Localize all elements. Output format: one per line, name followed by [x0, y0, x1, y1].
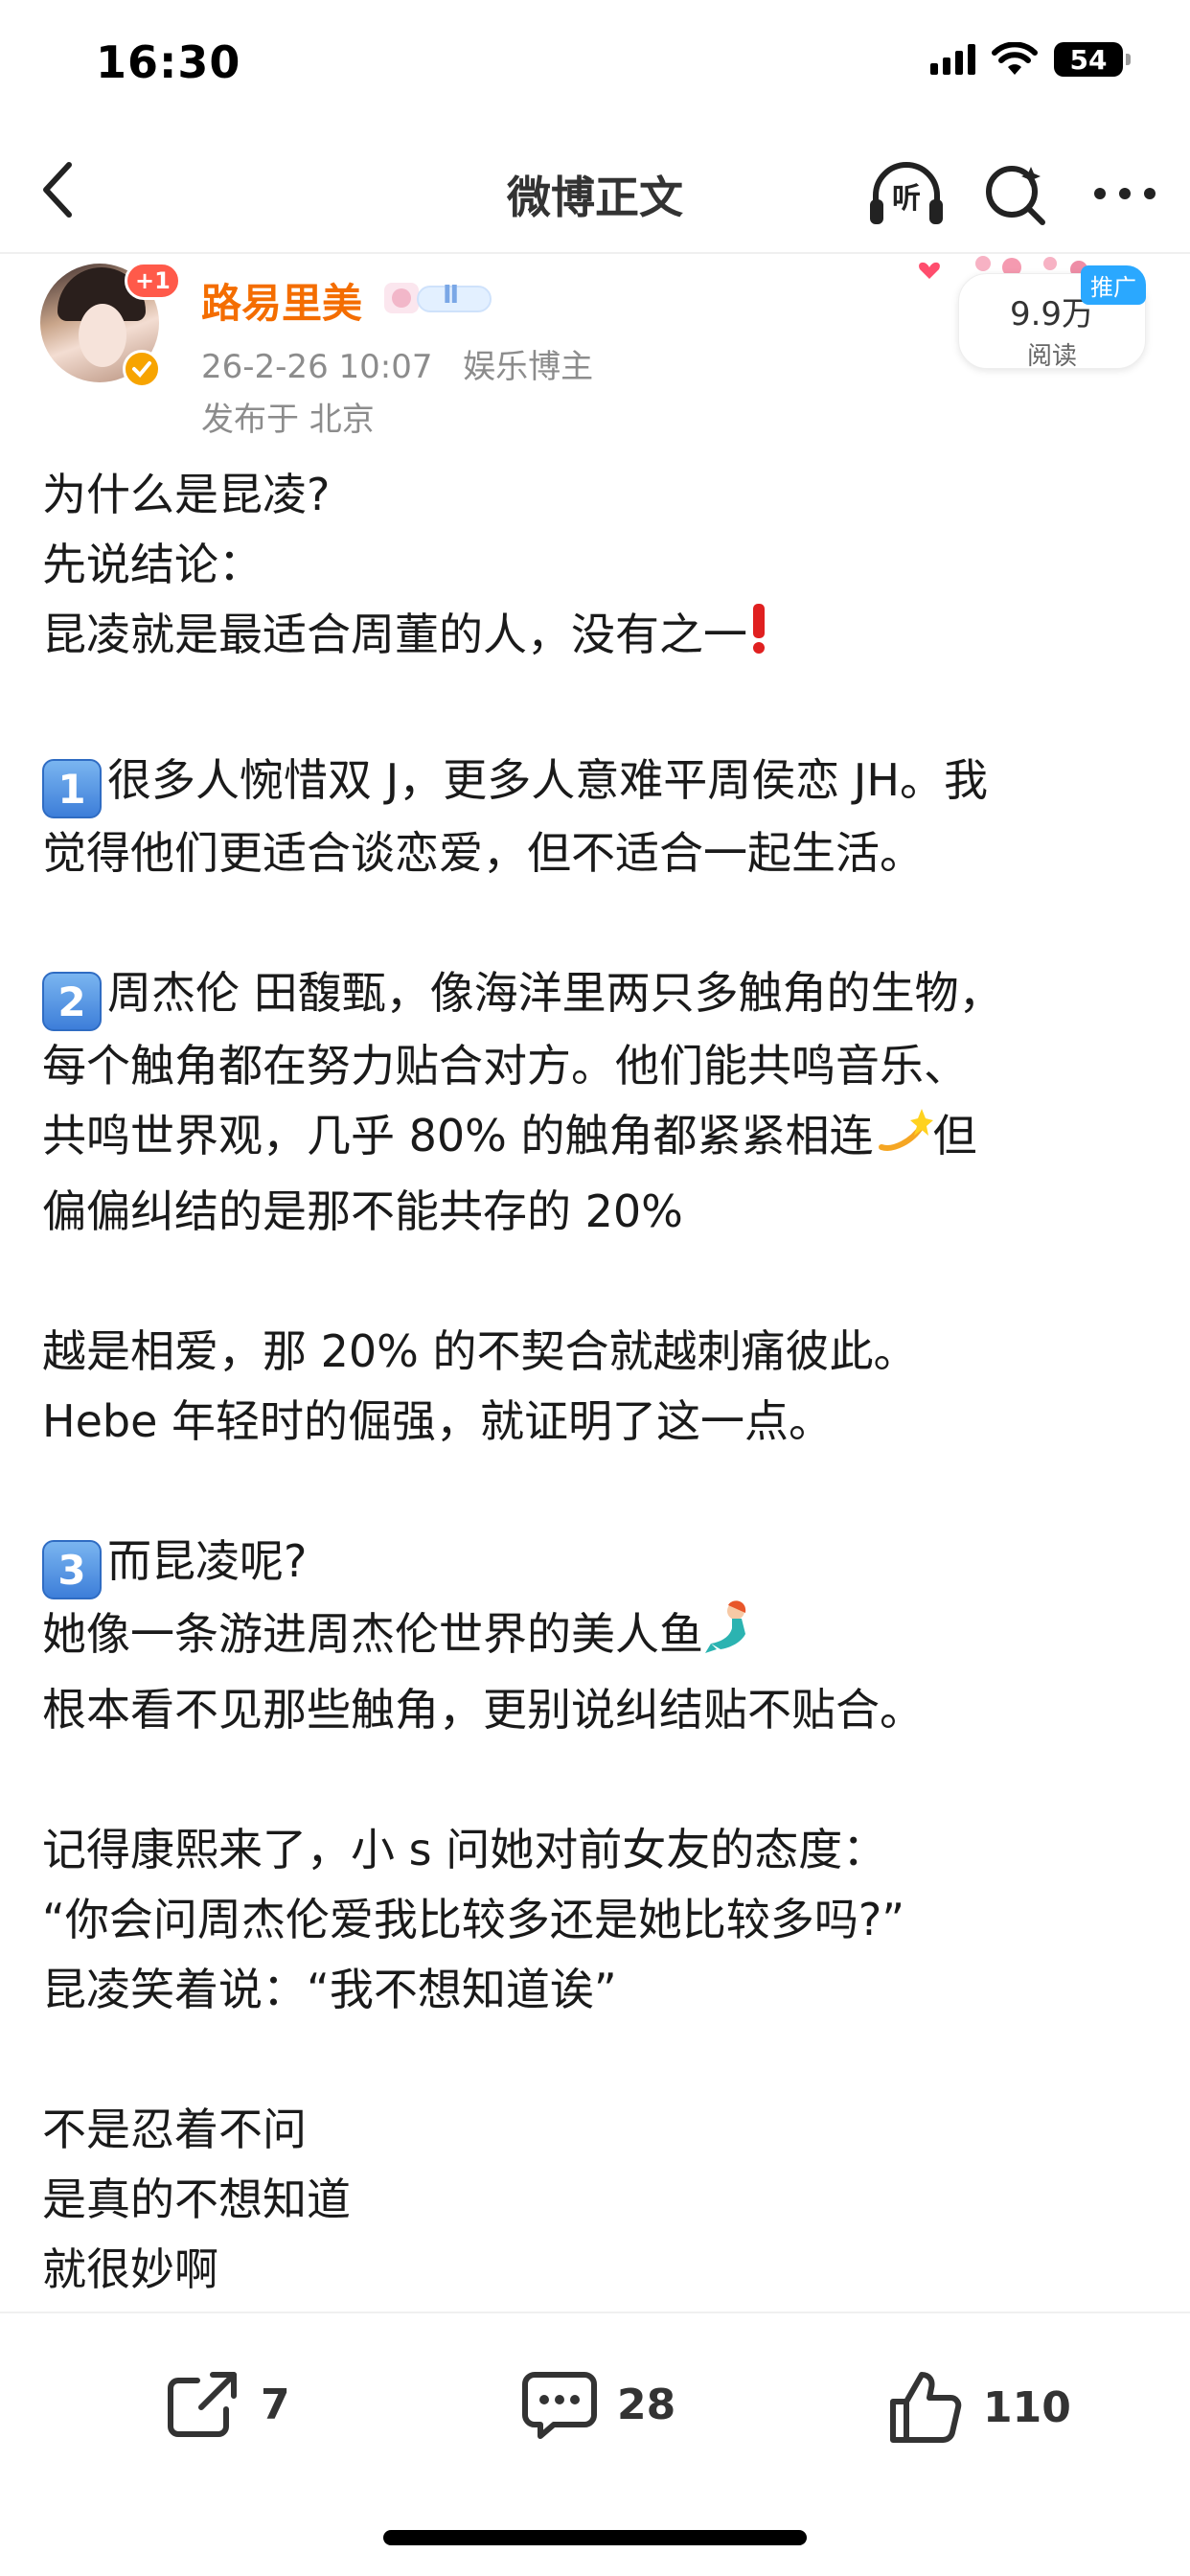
views-label: 阅读 — [1026, 342, 1077, 371]
status-icons: 54 — [930, 42, 1131, 77]
follow-badge: +1 — [125, 262, 181, 300]
text-segment: 而昆凌呢? — [107, 1535, 308, 1587]
cellular-signal-icon — [930, 44, 975, 75]
home-indicator[interactable] — [383, 2530, 807, 2545]
text-line: Hebe 年轻时的倔强，就证明了这一点。 — [42, 1395, 834, 1447]
text-line: 3 而昆凌呢? — [42, 1527, 1154, 1599]
wifi-icon — [992, 42, 1038, 75]
share-button[interactable]: 7 — [165, 2369, 290, 2440]
promo-tag[interactable]: 推广 — [1081, 265, 1146, 305]
post-meta: 26-2-26 10:07 娱乐博主 — [201, 340, 593, 387]
text-segment: 昆凌就是最适合周董的人，没有之一 — [42, 609, 747, 660]
text-segment: 但 — [932, 1110, 977, 1162]
text-line: 共鸣世界观，几乎 80% 的触角都紧紧相连 但 — [42, 1101, 1154, 1177]
text-line: 她像一条游进周杰伦世界的美人鱼 — [42, 1599, 1154, 1675]
keycap-2-icon: 2 — [42, 972, 102, 1031]
keycap-3-icon: 3 — [42, 1540, 102, 1599]
text-line: 就很妙啊 — [42, 2243, 218, 2295]
text-line: 根本看不见那些触角，更别说纠结贴不贴合。 — [42, 1684, 924, 1736]
like-button[interactable]: 110 — [887, 2369, 1071, 2446]
thumbs-up-icon — [890, 2372, 962, 2443]
status-bar: 16:30 54 — [0, 0, 1190, 134]
text-line: 每个触角都在努力贴合对方。他们能共鸣音乐、 — [42, 1040, 968, 1092]
weibo-post-screen: 16:30 54 微博正文 听 +1 路易里美 Ⅱ 26-2-26 10:07 … — [0, 0, 1190, 2576]
text-line: 昆凌就是最适合周董的人，没有之一 — [42, 600, 1154, 676]
exclamation-emoji-icon — [747, 602, 770, 676]
text-line: 1 很多人惋惜双 J，更多人意难平周侯恋 JH。我 — [42, 746, 1154, 818]
member-level: Ⅱ — [443, 281, 460, 310]
author-header: +1 路易里美 Ⅱ 26-2-26 10:07 娱乐博主 发布于 北京 9.9万… — [0, 254, 1190, 446]
nav-bar: 微博正文 听 — [0, 134, 1190, 254]
text-line: 觉得他们更适合谈恋爱，但不适合一起生活。 — [42, 827, 924, 879]
text-line: 记得康熙来了，小 s 问她对前女友的态度： — [42, 1824, 887, 1875]
author-name[interactable]: 路易里美 — [201, 271, 362, 330]
status-time: 16:30 — [96, 36, 241, 88]
text-line: 2 周杰伦 田馥甄，像海洋里两只多触角的生物， — [42, 958, 1154, 1031]
post-date: 26-2-26 10:07 — [201, 348, 433, 386]
share-count: 7 — [261, 2380, 290, 2429]
post-location: 发布于 北京 — [201, 401, 375, 439]
listen-button[interactable]: 听 — [866, 153, 947, 234]
text-line: 偏偏纠结的是那不能共存的 20% — [42, 1185, 683, 1237]
text-segment: 她像一条游进周杰伦世界的美人鱼 — [42, 1608, 703, 1660]
comment-count: 28 — [617, 2380, 676, 2429]
search-icon — [986, 166, 1045, 225]
more-button[interactable] — [1085, 153, 1165, 234]
text-line: 昆凌笑着说：“我不想知道诶” — [42, 1964, 617, 2015]
text-line: 是真的不想知道 — [42, 2174, 351, 2225]
search-button[interactable] — [975, 153, 1056, 234]
text-line: “你会问周杰伦爱我比较多还是她比较多吗?” — [42, 1894, 905, 1945]
comment-icon — [522, 2372, 597, 2439]
nav-actions: 听 — [866, 153, 1165, 234]
battery-icon: 54 — [1054, 42, 1131, 77]
mermaid-emoji-icon — [703, 1599, 761, 1675]
dizzy-emoji-icon — [874, 1103, 933, 1177]
text-segment: 周杰伦 田馥甄，像海洋里两只多触角的生物， — [107, 967, 1003, 1019]
keycap-1-icon: 1 — [42, 759, 102, 818]
post-body: 为什么是昆凌? 先说结论： 昆凌就是最适合周董的人，没有之一 1 很多人惋惜双 J… — [42, 460, 1154, 2305]
author-category: 娱乐博主 — [463, 348, 594, 386]
text-line: 不是忍着不问 — [42, 2104, 307, 2155]
share-icon — [168, 2372, 237, 2437]
text-segment: 很多人惋惜双 J，更多人意难平周侯恋 JH。我 — [107, 754, 988, 806]
text-line: 为什么是昆凌? — [42, 469, 331, 520]
listen-label: 听 — [892, 182, 921, 216]
comment-button[interactable]: 28 — [521, 2369, 675, 2440]
member-badge-icon: Ⅱ — [383, 279, 494, 317]
text-segment: 共鸣世界观，几乎 80% 的触角都紧紧相连 — [42, 1110, 874, 1162]
more-icon — [1094, 188, 1156, 199]
text-line: 先说结论： — [42, 539, 263, 590]
like-count: 110 — [983, 2382, 1071, 2432]
text-line: 越是相爱，那 20% 的不契合就越刺痛彼此。 — [42, 1325, 918, 1377]
verified-badge-icon — [123, 350, 161, 388]
